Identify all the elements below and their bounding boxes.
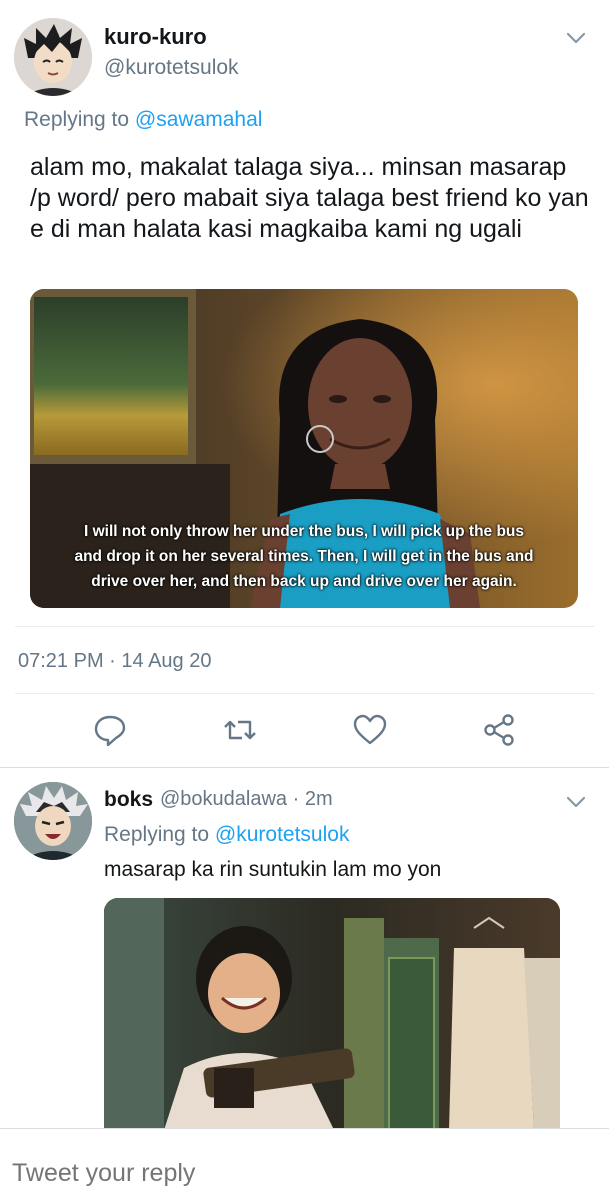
reply-icon[interactable] (92, 712, 128, 748)
reply-input[interactable] (12, 1159, 592, 1188)
divider (15, 626, 594, 627)
media-image (104, 898, 560, 1130)
tweet-media[interactable]: I will not only throw her under the bus,… (30, 289, 578, 608)
share-icon[interactable] (482, 712, 518, 748)
avatar[interactable] (14, 18, 92, 96)
divider (15, 693, 594, 694)
replying-to: Replying to @kurotetsulok (104, 823, 349, 847)
tweet-text: alam mo, makalat talaga siya... minsan m… (30, 153, 589, 243)
display-name[interactable]: kuro-kuro (104, 24, 207, 50)
reply-composer (0, 1128, 609, 1200)
display-name[interactable]: boks (104, 788, 153, 812)
tweet-timestamp[interactable]: 07:21 PM · 14 Aug 20 (18, 650, 211, 673)
tweet-media[interactable] (104, 898, 560, 1130)
chevron-down-icon[interactable] (564, 26, 588, 50)
replying-to-prefix: Replying to (24, 108, 130, 131)
chevron-down-icon[interactable] (564, 790, 588, 814)
mention-link[interactable]: @sawamahal (135, 108, 263, 131)
replying-to-prefix: Replying to (104, 823, 210, 846)
main-tweet: kuro-kuro @kurotetsulok Replying to @saw… (0, 0, 609, 768)
retweet-icon[interactable] (222, 712, 258, 748)
tweet-text: masarap ka rin suntukin lam mo yon (104, 858, 442, 881)
avatar-image (14, 782, 92, 860)
mention-link[interactable]: @kurotetsulok (215, 823, 350, 846)
reply-tweet[interactable]: boks @bokudalawa · 2m Replying to @kurot… (0, 768, 609, 1130)
avatar[interactable] (14, 782, 92, 860)
like-icon[interactable] (352, 712, 388, 748)
media-caption: I will not only throw her under the bus,… (74, 523, 534, 590)
replying-to: Replying to @sawamahal (24, 108, 262, 132)
user-handle[interactable]: @kurotetsulok (104, 56, 239, 80)
user-handle[interactable]: @bokudalawa · 2m (160, 788, 333, 811)
avatar-image (14, 18, 92, 96)
